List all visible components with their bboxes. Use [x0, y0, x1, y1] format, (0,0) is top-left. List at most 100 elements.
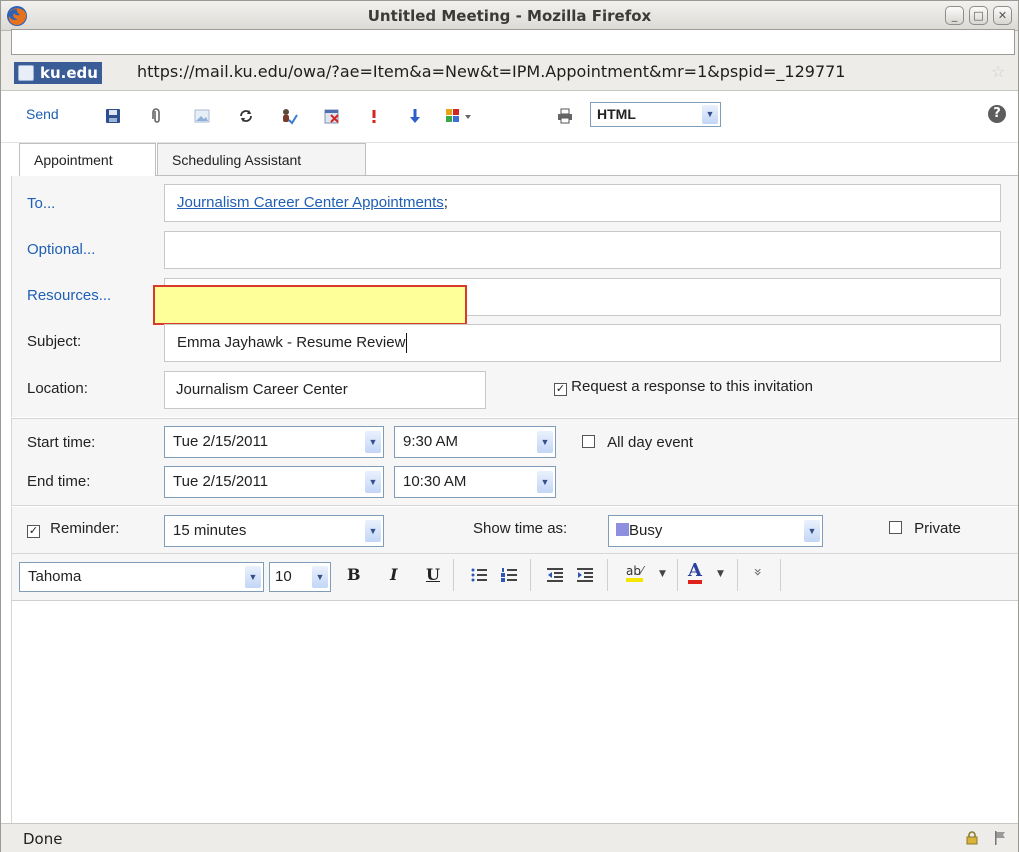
optional-field[interactable] [164, 231, 1001, 269]
font-family-value: Tahoma [28, 568, 82, 585]
lock-icon[interactable] [965, 831, 979, 845]
location-label: Location: [27, 380, 88, 397]
show-time-as-label: Show time as: [473, 520, 568, 537]
tab-scheduling-assistant[interactable]: Scheduling Assistant [157, 143, 366, 175]
end-date-select[interactable]: Tue 2/15/2011 ▼ [164, 466, 384, 498]
location-value: Journalism Career Center [176, 381, 348, 398]
reminder-label: Reminder: [50, 520, 120, 537]
end-time-label: End time: [27, 473, 91, 490]
window-title: Untitled Meeting - Mozilla Firefox [367, 7, 652, 25]
end-time-select[interactable]: 10:30 AM ▼ [394, 466, 556, 498]
site-domain: ku.edu [40, 64, 98, 82]
check-names-icon[interactable] [280, 107, 298, 125]
increase-indent-icon[interactable] [576, 566, 594, 584]
categories-icon[interactable] [444, 107, 474, 125]
highlight-color-glyph: ab [626, 564, 641, 578]
start-time-label: Start time: [27, 434, 96, 451]
more-options-icon[interactable]: » [749, 568, 765, 577]
private-option[interactable]: Private [889, 520, 961, 537]
highlight-color-button[interactable]: ab⁄ [626, 564, 643, 582]
location-field[interactable]: Journalism Career Center [164, 371, 486, 409]
chevron-down-icon: ▼ [245, 566, 261, 588]
message-format-value: HTML [597, 106, 636, 122]
show-time-as-value: Busy [629, 522, 663, 539]
toolbar-separator [780, 559, 781, 591]
pen-icon: ⁄ [640, 564, 643, 578]
optional-label-button[interactable]: Optional... [27, 241, 95, 258]
toolbar-separator [677, 559, 678, 591]
flag-icon[interactable] [993, 830, 1007, 846]
end-time-value: 10:30 AM [403, 473, 467, 490]
chevron-down-icon: ▼ [537, 471, 553, 493]
bookmark-star-icon[interactable]: ☆ [991, 62, 1005, 81]
minimize-button[interactable]: _ [945, 6, 964, 25]
subject-field[interactable]: Emma Jayhawk - Resume Review [164, 324, 1001, 362]
to-label-button[interactable]: To... [27, 195, 55, 212]
message-format-select[interactable]: HTML ▼ [590, 102, 721, 127]
numbered-list-icon[interactable] [500, 566, 518, 584]
start-time-value: 9:30 AM [403, 433, 459, 450]
send-button[interactable]: Send [26, 106, 59, 122]
private-checkbox[interactable] [889, 521, 902, 534]
reminder-select[interactable]: 15 minutes ▼ [164, 515, 384, 547]
start-time-select[interactable]: 9:30 AM ▼ [394, 426, 556, 458]
all-day-checkbox[interactable] [582, 435, 595, 448]
underline-button[interactable]: U [426, 565, 440, 584]
title-bar: Untitled Meeting - Mozilla Firefox _ □ ✕ [1, 1, 1018, 31]
end-date-value: Tue 2/15/2011 [173, 473, 269, 490]
save-icon[interactable] [104, 107, 122, 125]
chevron-down-icon: ▼ [365, 520, 381, 542]
font-color-dropdown-icon[interactable]: ▼ [717, 569, 724, 579]
message-body-editor[interactable] [11, 601, 1018, 823]
close-button[interactable]: ✕ [993, 6, 1012, 25]
chevron-down-icon: ▼ [537, 431, 553, 453]
text-caret [406, 333, 408, 354]
toolbar-separator [453, 559, 454, 591]
resources-highlight-box [153, 285, 467, 325]
font-family-select[interactable]: Tahoma ▼ [19, 562, 264, 592]
italic-button[interactable]: I [390, 565, 397, 584]
reminder-checkbox[interactable]: ✓ [27, 525, 40, 538]
chevron-down-icon: ▼ [312, 566, 328, 588]
cancel-invite-icon[interactable] [323, 107, 341, 125]
to-field[interactable]: Journalism Career Center Appointments; [164, 184, 1001, 222]
font-size-value: 10 [275, 568, 292, 585]
importance-low-icon[interactable] [406, 107, 424, 125]
start-date-select[interactable]: Tue 2/15/2011 ▼ [164, 426, 384, 458]
url-text[interactable]: https://mail.ku.edu/owa/?ae=Item&a=New&t… [137, 60, 845, 84]
status-bar: Done [1, 823, 1018, 852]
attach-icon[interactable] [148, 107, 166, 125]
recipient-separator: ; [443, 194, 448, 211]
subject-label: Subject: [27, 333, 82, 350]
toolbar-separator [607, 559, 608, 591]
request-response-option[interactable]: ✓ Request a response to this invitation [554, 378, 813, 396]
request-response-checkbox[interactable]: ✓ [554, 383, 567, 396]
help-icon[interactable]: ? [988, 105, 1006, 123]
print-icon[interactable] [556, 107, 574, 125]
font-size-select[interactable]: 10 ▼ [269, 562, 331, 592]
maximize-button[interactable]: □ [969, 6, 988, 25]
start-date-value: Tue 2/15/2011 [173, 433, 269, 450]
reminder-value: 15 minutes [173, 522, 247, 539]
importance-high-icon[interactable] [365, 107, 383, 125]
bullet-list-icon[interactable] [470, 566, 488, 584]
highlight-dropdown-icon[interactable]: ▼ [659, 569, 666, 579]
private-label: Private [914, 520, 961, 537]
insert-image-icon[interactable] [193, 107, 211, 125]
tab-appointment[interactable]: Appointment [19, 143, 156, 177]
chevron-down-icon: ▼ [365, 431, 381, 453]
site-identity-badge[interactable]: ku.edu [14, 62, 102, 84]
reminder-option[interactable]: ✓ Reminder: [27, 520, 119, 538]
resources-label-button[interactable]: Resources... [27, 287, 111, 304]
recipient-link[interactable]: Journalism Career Center Appointments [177, 194, 444, 211]
site-favicon-icon [18, 65, 34, 81]
font-color-button[interactable]: A [688, 562, 702, 584]
chevron-down-icon: ▼ [365, 471, 381, 493]
status-text: Done [23, 830, 63, 848]
bold-button[interactable]: B [347, 565, 361, 584]
recurrence-icon[interactable] [237, 107, 255, 125]
decrease-indent-icon[interactable] [546, 566, 564, 584]
toolbar-separator [737, 559, 738, 591]
show-time-as-select[interactable]: Busy ▼ [608, 515, 823, 547]
all-day-option[interactable]: All day event [582, 434, 693, 451]
